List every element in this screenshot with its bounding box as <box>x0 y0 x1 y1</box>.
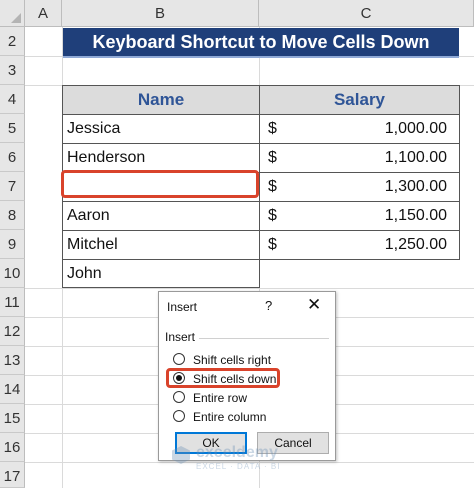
help-icon[interactable]: ? <box>265 298 272 313</box>
salary-amount: 1,300.00 <box>384 178 447 195</box>
cancel-button[interactable]: Cancel <box>257 432 329 454</box>
ok-button[interactable]: OK <box>175 432 247 454</box>
header-name-cell[interactable]: Name <box>63 86 260 115</box>
row-header-10[interactable]: 10 <box>0 259 25 288</box>
dialog-title: Insert <box>167 300 198 314</box>
salary-amount: 1,100.00 <box>384 149 447 166</box>
group-separator <box>199 338 329 339</box>
option-label: Entire row <box>193 391 248 405</box>
row-header-5[interactable]: 5 <box>0 114 25 143</box>
name-cell[interactable]: Mitchel <box>63 231 260 260</box>
column-header-c[interactable]: C <box>259 0 474 27</box>
row-header-15[interactable]: 15 <box>0 404 25 433</box>
spreadsheet: A B C 2 3 4 5 6 7 8 9 10 11 12 13 14 15 … <box>0 0 474 488</box>
row-header-14[interactable]: 14 <box>0 375 25 404</box>
row-header-9[interactable]: 9 <box>0 230 25 259</box>
currency-symbol: $ <box>268 178 277 195</box>
row-header-12[interactable]: 12 <box>0 317 25 346</box>
row-header-17[interactable]: 17 <box>0 462 25 488</box>
row-header-8[interactable]: 8 <box>0 201 25 230</box>
row-header-16[interactable]: 16 <box>0 433 25 462</box>
currency-symbol: $ <box>268 120 277 137</box>
name-cell[interactable]: Aaron <box>63 202 260 231</box>
currency-symbol: $ <box>268 236 277 253</box>
column-header-a[interactable]: A <box>25 0 62 27</box>
header-salary-cell[interactable]: Salary <box>260 86 460 115</box>
salary-cell[interactable]: $ 1,000.00 <box>260 115 460 144</box>
row-header-13[interactable]: 13 <box>0 346 25 375</box>
currency-symbol: $ <box>268 207 277 224</box>
salary-amount: 1,000.00 <box>384 120 447 137</box>
option-label: Shift cells right <box>193 353 272 367</box>
gridline <box>25 462 474 463</box>
radio-icon[interactable] <box>173 410 185 422</box>
select-all-corner[interactable] <box>0 0 25 27</box>
selected-option-highlight <box>166 368 280 388</box>
option-label: Entire column <box>193 410 267 424</box>
row-header-11[interactable]: 11 <box>0 288 25 317</box>
salary-amount: 1,150.00 <box>384 207 447 224</box>
radio-icon[interactable] <box>173 353 185 365</box>
row-header-4[interactable]: 4 <box>0 85 25 114</box>
currency-symbol: $ <box>268 149 277 166</box>
row-header-7[interactable]: 7 <box>0 172 25 201</box>
close-icon[interactable]: ✕ <box>307 295 321 315</box>
radio-icon[interactable] <box>173 391 185 403</box>
name-cell[interactable]: Henderson <box>63 144 260 173</box>
row-header-6[interactable]: 6 <box>0 143 25 172</box>
salary-cell[interactable]: $ 1,300.00 <box>260 173 460 202</box>
salary-cell[interactable]: $ 1,150.00 <box>260 202 460 231</box>
gridline <box>25 288 474 289</box>
salary-cell[interactable]: $ 1,250.00 <box>260 231 460 260</box>
insert-group-label: Insert <box>165 330 196 344</box>
selected-cell-highlight <box>61 170 259 198</box>
salary-amount: 1,250.00 <box>384 236 447 253</box>
name-cell[interactable]: John <box>63 260 260 288</box>
column-header-b[interactable]: B <box>62 0 259 27</box>
row-header-3[interactable]: 3 <box>0 56 25 85</box>
salary-cell[interactable]: $ 1,100.00 <box>260 144 460 173</box>
name-cell[interactable]: Jessica <box>63 115 260 144</box>
sheet-title[interactable]: Keyboard Shortcut to Move Cells Down <box>63 28 459 56</box>
watermark-tagline: EXCEL · DATA · BI <box>196 462 281 471</box>
row-header-2[interactable]: 2 <box>0 27 25 56</box>
select-all-icon <box>11 13 21 23</box>
title-underline <box>63 56 459 58</box>
